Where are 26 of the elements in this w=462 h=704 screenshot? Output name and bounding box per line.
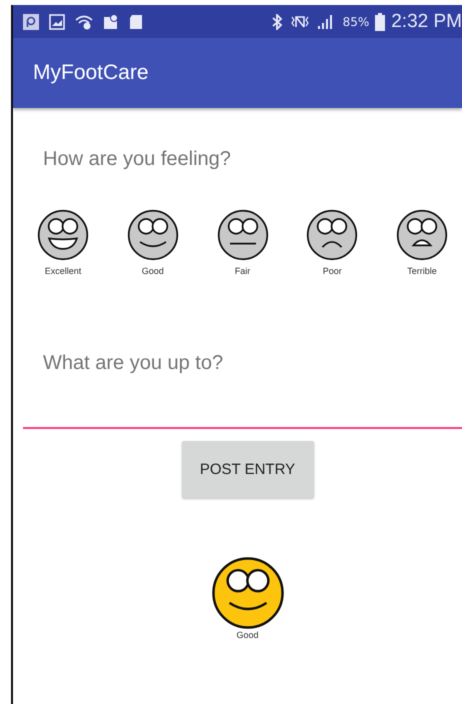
- post-entry-button[interactable]: POST ENTRY: [182, 441, 314, 498]
- face-icon: [396, 209, 448, 261]
- battery-icon: [375, 12, 386, 30]
- clock-time: 2:32 PM: [391, 10, 462, 32]
- face-icon: [216, 209, 268, 261]
- face-icon: [210, 556, 284, 630]
- wifi-icon: [75, 14, 93, 30]
- app-title: MyFootCare: [33, 61, 149, 85]
- mood-label: Poor: [322, 266, 342, 276]
- app-icon: [23, 14, 39, 30]
- question-text: How are you feeling?: [43, 148, 232, 171]
- mood-label: Good: [236, 630, 259, 640]
- vibrate-icon: [288, 14, 311, 30]
- bluetooth-icon: [270, 14, 283, 30]
- battery-percent: 85%: [342, 14, 370, 28]
- sd-card-icon: [129, 14, 143, 30]
- image-icon: [49, 14, 65, 30]
- signal-icon: [316, 14, 333, 30]
- map-icon: [103, 14, 119, 30]
- mood-label: Fair: [234, 266, 250, 276]
- mood-label: Terrible: [407, 266, 437, 276]
- mood-label: Good: [142, 266, 164, 276]
- face-icon: [306, 209, 358, 261]
- face-icon: [126, 209, 179, 261]
- mood-label: Excellent: [44, 266, 82, 276]
- face-icon: [37, 209, 89, 261]
